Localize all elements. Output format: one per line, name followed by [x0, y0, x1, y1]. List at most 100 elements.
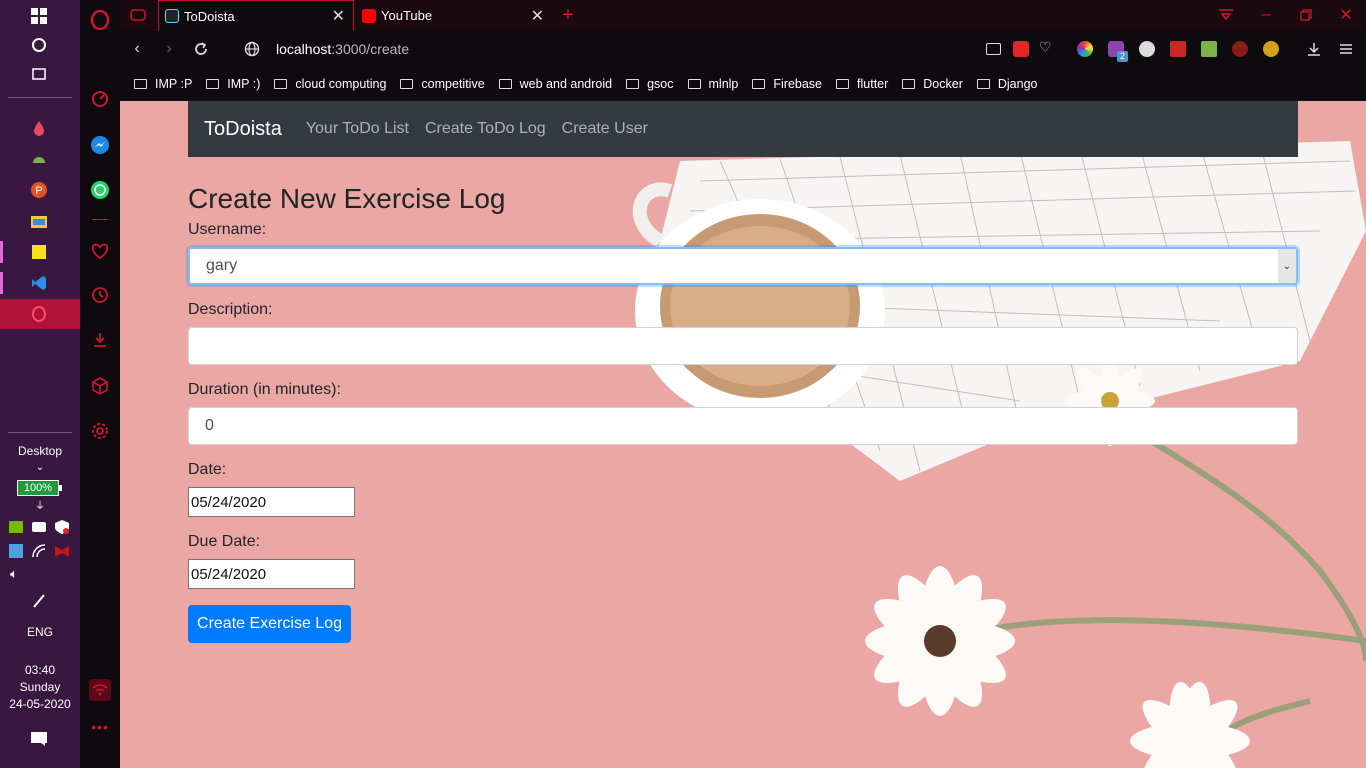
wifi-icon[interactable]: [28, 540, 50, 562]
battery-indicator[interactable]: 100%: [17, 480, 62, 496]
android-icon[interactable]: [28, 148, 50, 170]
speed-dial-icon[interactable]: [89, 88, 111, 110]
bookmark-label: competitive: [421, 77, 485, 91]
network-adapter-icon[interactable]: [5, 540, 27, 562]
bookmark-folder[interactable]: gsoc: [626, 77, 674, 91]
folder-icon: [400, 79, 414, 89]
close-icon[interactable]: ✕: [531, 6, 544, 26]
username-select[interactable]: gary ⌄: [188, 247, 1298, 285]
restore-icon[interactable]: [1296, 5, 1316, 25]
pen-workspace-icon[interactable]: [28, 590, 50, 612]
heart-favorite-icon[interactable]: ♡: [1039, 39, 1055, 55]
tab-workspace-icon[interactable]: [128, 5, 148, 25]
date-picker-input[interactable]: 05/24/2020: [188, 487, 355, 517]
clock-date[interactable]: 24-05-2020: [0, 697, 80, 711]
whatsapp-icon[interactable]: [89, 179, 111, 201]
bookmark-folder[interactable]: IMP :): [206, 77, 260, 91]
search-circle-icon[interactable]: [28, 34, 50, 56]
puzzle-extension-icon[interactable]: [1170, 41, 1186, 57]
due-date-group: Due Date: 05/24/2020: [188, 533, 1298, 589]
task-view-icon[interactable]: [28, 63, 50, 85]
avatar-extension-icon[interactable]: [1263, 41, 1279, 57]
file-explorer-icon[interactable]: [28, 210, 50, 232]
brand-link[interactable]: ToDoista: [204, 118, 282, 141]
nav-your-todo-list[interactable]: Your ToDo List: [306, 120, 409, 138]
bookmark-folder[interactable]: Docker: [902, 77, 963, 91]
description-input[interactable]: [188, 327, 1298, 365]
downloads-icon[interactable]: [89, 329, 111, 351]
sticky-notes-icon[interactable]: [28, 241, 50, 263]
bookmark-folder[interactable]: flutter: [836, 77, 888, 91]
nvidia-icon[interactable]: [5, 516, 27, 538]
download-icon[interactable]: [1304, 39, 1324, 59]
create-exercise-log-button[interactable]: Create Exercise Log: [188, 605, 351, 643]
duration-label: Duration (in minutes):: [188, 381, 341, 398]
paint-drop-icon[interactable]: [28, 117, 50, 139]
windows-start-icon[interactable]: [28, 5, 50, 27]
security-shield-icon[interactable]: [51, 516, 73, 538]
easy-setup-icon[interactable]: [1336, 39, 1356, 59]
nav-create-todo-log[interactable]: Create ToDo Log: [425, 120, 546, 138]
window-close-icon[interactable]: ✕: [1336, 5, 1356, 25]
tab-youtube[interactable]: YouTube ✕: [356, 0, 552, 31]
postman-icon[interactable]: P: [28, 179, 50, 201]
create-log-form: Create New Exercise Log Username: gary ⌄…: [188, 183, 1298, 643]
chevron-down-icon[interactable]: ⌄: [1278, 249, 1296, 283]
bookmark-folder[interactable]: IMP :P: [134, 77, 192, 91]
new-tab-plus-icon[interactable]: +: [558, 4, 578, 26]
bookmarks-bar: IMP :P IMP :) cloud computing competitiv…: [120, 68, 1366, 100]
bookmark-folder[interactable]: Firebase: [752, 77, 822, 91]
settings-gear-icon[interactable]: [89, 420, 111, 442]
notifications-icon[interactable]: [28, 728, 50, 750]
globe-icon[interactable]: [242, 39, 262, 59]
tab-bar: ToDoista ✕ YouTube ✕ + – ✕: [120, 0, 1366, 31]
desktop-label[interactable]: Desktop: [0, 444, 80, 458]
folder-icon: [976, 79, 990, 89]
duration-input[interactable]: 0: [188, 407, 1298, 445]
opera-icon[interactable]: [28, 303, 50, 325]
download-arrow-extension-icon[interactable]: [1201, 41, 1217, 57]
bookmark-folder[interactable]: mlnlp: [687, 77, 738, 91]
clock-time[interactable]: 03:40: [0, 663, 80, 677]
back-icon[interactable]: ‹: [127, 39, 147, 59]
messenger-icon[interactable]: [89, 134, 111, 156]
bookmark-folder[interactable]: web and android: [498, 77, 612, 91]
reload-icon[interactable]: [191, 39, 211, 59]
youtube-favicon-icon: [362, 8, 376, 23]
power-plug-icon: ⏚: [35, 501, 45, 512]
minimize-icon[interactable]: –: [1256, 5, 1276, 25]
red-badge-extension-icon[interactable]: [1232, 41, 1248, 57]
url-input[interactable]: localhost:3000/create: [276, 41, 409, 57]
camera-snapshot-icon[interactable]: [986, 43, 1001, 55]
opera-menu-icon[interactable]: [89, 9, 111, 31]
vscode-icon[interactable]: [28, 272, 50, 294]
more-options-icon[interactable]: •••: [89, 716, 111, 738]
mcafee-icon[interactable]: [51, 540, 73, 562]
bookmark-folder[interactable]: cloud computing: [274, 77, 386, 91]
forward-icon[interactable]: ›: [159, 39, 179, 59]
chevron-down-icon[interactable]: ⌄: [0, 462, 80, 473]
clock-day[interactable]: Sunday: [0, 680, 80, 694]
bookmark-folder[interactable]: Django: [976, 77, 1038, 91]
tab-menu-icon[interactable]: [1216, 5, 1236, 25]
tab-todoista[interactable]: ToDoista ✕: [158, 0, 354, 31]
bookmark-folder[interactable]: competitive: [400, 77, 485, 91]
adblock-shield-icon[interactable]: [1013, 41, 1029, 57]
bookmark-label: IMP :P: [155, 77, 193, 91]
close-icon[interactable]: ✕: [332, 6, 345, 26]
windows-taskbar: P Desktop ⌄ 100% ⏚ 🔈︎ ENG 03:40 Sunday 2…: [0, 0, 80, 768]
heart-icon[interactable]: [89, 240, 111, 262]
username-group: Username: gary ⌄: [188, 221, 1298, 285]
dark-mode-icon[interactable]: [1139, 41, 1155, 57]
color-picker-icon[interactable]: [1077, 41, 1093, 57]
folder-icon: [752, 79, 766, 89]
usb-icon[interactable]: [28, 516, 50, 538]
volume-icon[interactable]: 🔈︎: [3, 563, 25, 585]
nav-create-user[interactable]: Create User: [562, 120, 648, 138]
username-label: Username:: [188, 221, 267, 238]
due-date-picker-input[interactable]: 05/24/2020: [188, 559, 355, 589]
extensions-cube-icon[interactable]: [89, 375, 111, 397]
vpn-wifi-icon[interactable]: [89, 679, 111, 701]
language-indicator[interactable]: ENG: [0, 625, 80, 639]
history-clock-icon[interactable]: [89, 284, 111, 306]
